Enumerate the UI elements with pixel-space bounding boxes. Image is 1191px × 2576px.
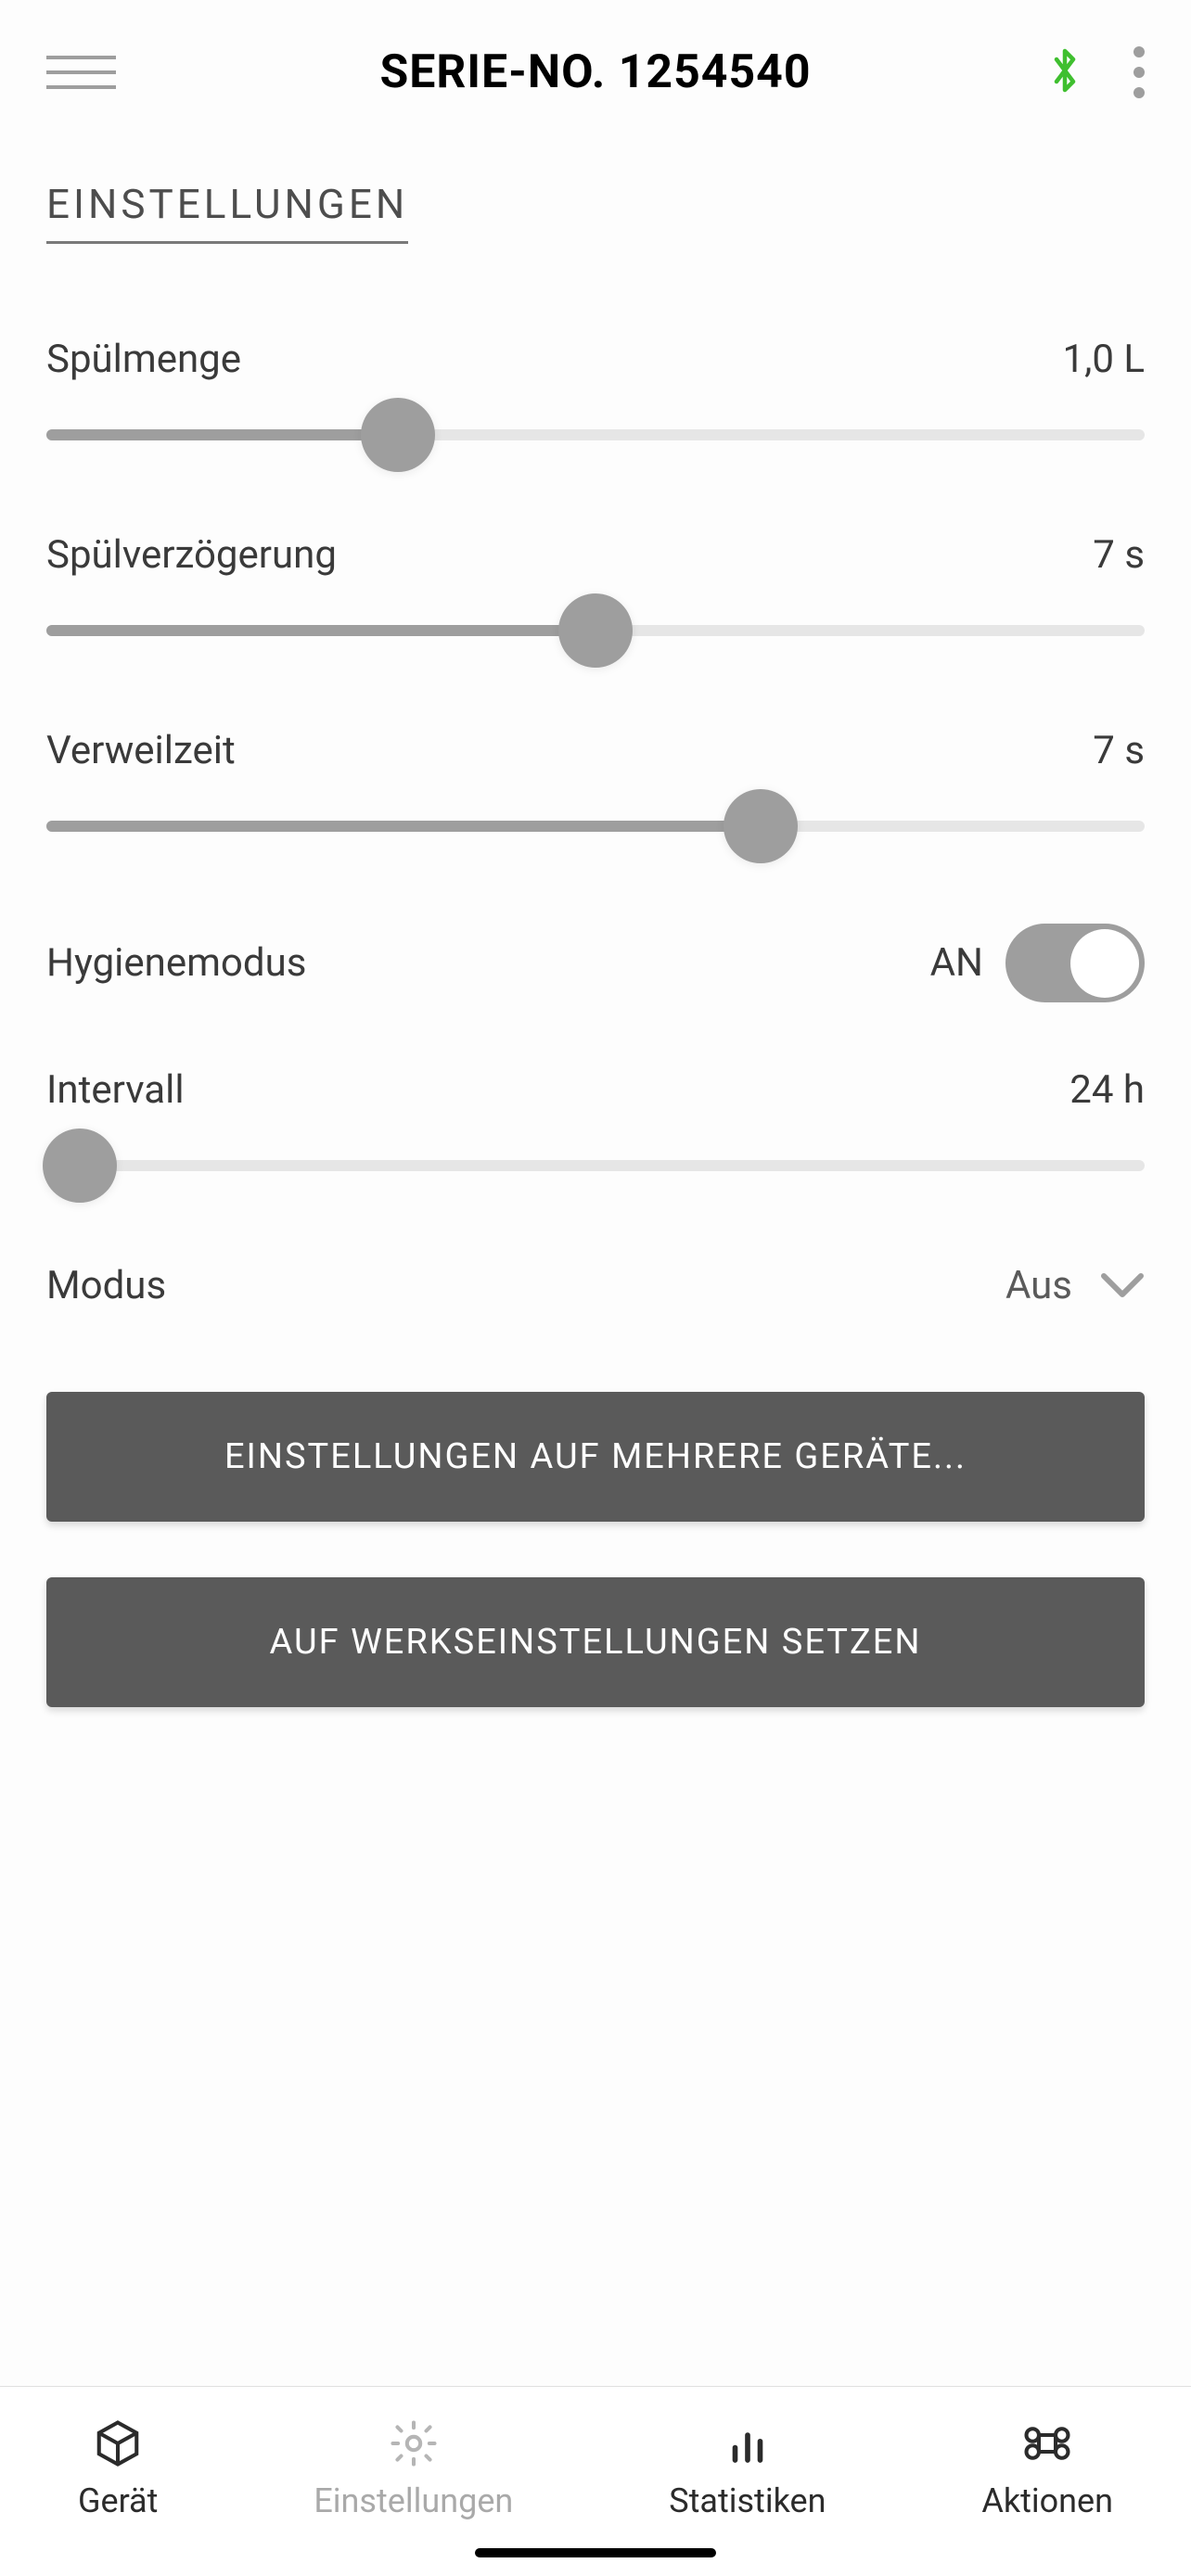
gear-icon [389,2418,439,2468]
settings-panel: Spülmenge 1,0 L Spülverzögerung 7 s Verw… [46,337,1145,1763]
bar-chart-icon [723,2418,773,2468]
setting-value: 24 h [1069,1067,1145,1113]
nav-label: Einstellungen [314,2481,513,2520]
setting-value: 7 s [1093,532,1145,578]
toggle-state-text: AN [930,940,983,986]
factory-reset-button[interactable]: AUF WERKSEINSTELLUNGEN SETZEN [46,1577,1145,1707]
nav-label: Aktionen [981,2481,1113,2520]
setting-label: Modus [46,1263,166,1308]
interval-slider[interactable] [46,1124,1145,1207]
setting-label: Hygienemodus [46,940,306,986]
nav-device[interactable]: Gerät [78,2418,158,2520]
setting-value: 7 s [1093,728,1145,773]
setting-dwell-time-row: Verweilzeit 7 s [46,728,1145,773]
setting-value: 1,0 L [1062,337,1145,382]
setting-flush-volume-row: Spülmenge 1,0 L [46,337,1145,382]
hygiene-mode-toggle[interactable] [1005,924,1145,1002]
page-title: SERIE-NO. 1254540 [379,45,811,99]
home-indicator [475,2548,716,2557]
bluetooth-icon[interactable] [1047,48,1082,96]
setting-label: Spülverzögerung [46,532,337,578]
nav-statistics[interactable]: Statistiken [669,2418,826,2520]
tab-settings[interactable]: EINSTELLUNGEN [46,180,408,244]
command-icon [1022,2418,1072,2468]
cube-icon [93,2418,143,2468]
flush-delay-slider[interactable] [46,589,1145,672]
setting-label: Intervall [46,1067,185,1113]
setting-label: Verweilzeit [46,728,236,773]
nav-actions[interactable]: Aktionen [981,2418,1113,2520]
setting-label: Spülmenge [46,337,241,382]
chevron-down-icon [1100,1263,1145,1308]
flush-volume-slider[interactable] [46,393,1145,477]
tab-bar: EINSTELLUNGEN [46,180,1145,244]
setting-interval-row: Intervall 24 h [46,1067,1145,1113]
setting-mode-row: Modus Aus [46,1263,1145,1308]
app-header: SERIE-NO. 1254540 [0,0,1191,117]
nav-settings[interactable]: Einstellungen [314,2418,513,2520]
dwell-time-slider[interactable] [46,784,1145,868]
nav-label: Statistiken [669,2481,826,2520]
apply-multiple-button[interactable]: EINSTELLUNGEN AUF MEHRERE GERÄTE... [46,1392,1145,1522]
dropdown-selected-value: Aus [1005,1263,1072,1308]
nav-label: Gerät [78,2481,158,2520]
more-vertical-icon[interactable] [1133,46,1145,98]
setting-hygiene-mode-row: Hygienemodus AN [46,924,1145,1002]
menu-icon[interactable] [46,56,116,89]
mode-dropdown[interactable]: Aus [1005,1263,1145,1308]
setting-flush-delay-row: Spülverzögerung 7 s [46,532,1145,578]
